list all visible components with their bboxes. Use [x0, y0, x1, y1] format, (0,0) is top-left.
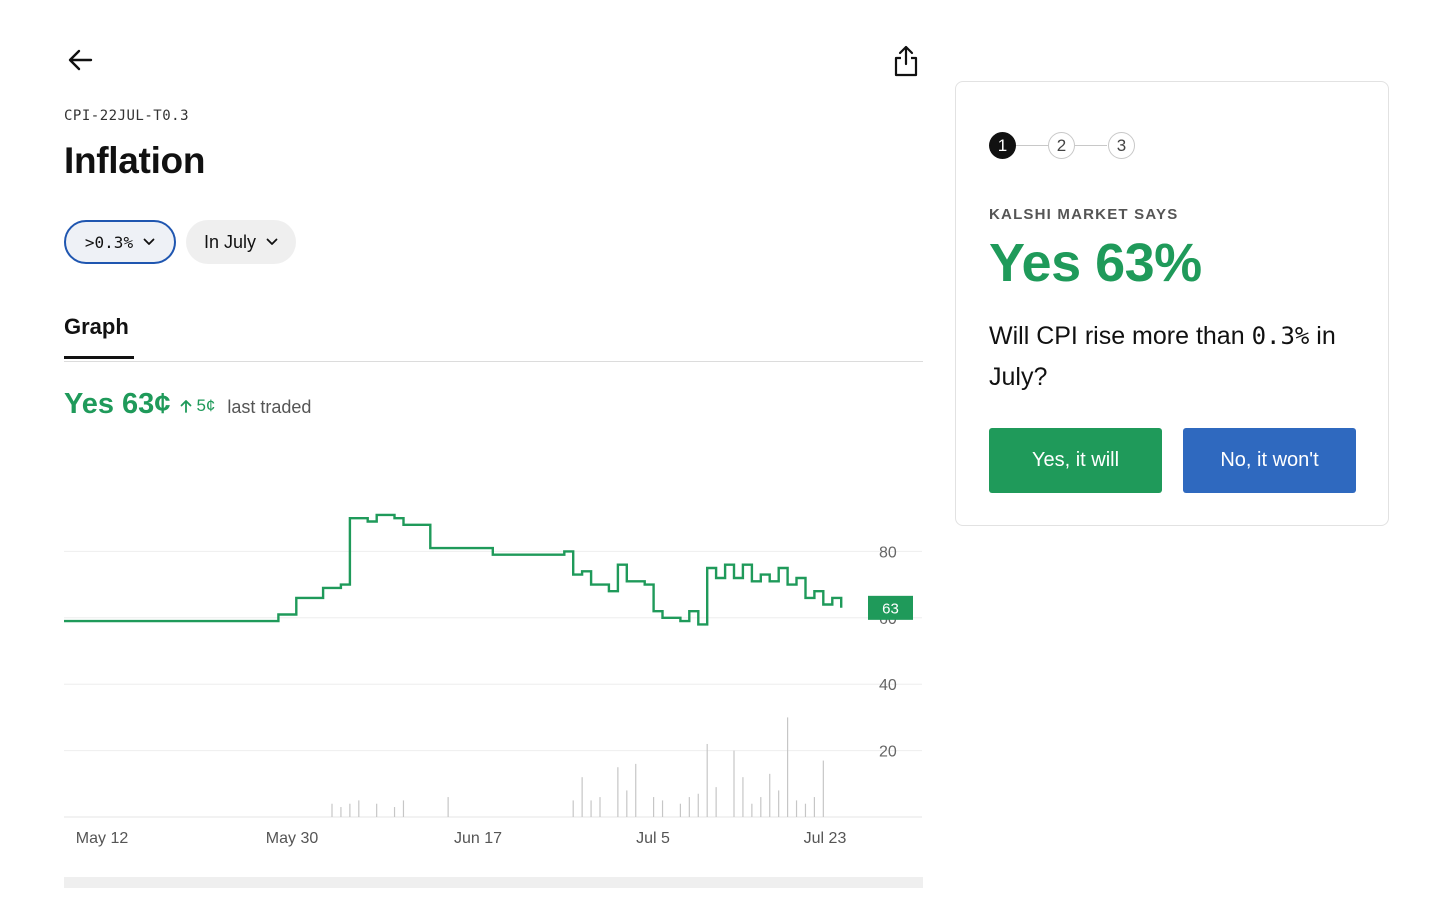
market-ticker: CPI-22JUL-T0.3	[64, 108, 190, 124]
chevron-down-icon	[266, 238, 278, 245]
price-change: 5¢	[180, 396, 215, 416]
x-tick-label: Jul 23	[804, 830, 847, 847]
price-value: Yes 63¢	[64, 388, 171, 420]
last-value-label: 63	[882, 600, 899, 617]
period-dropdown-label: In July	[203, 231, 257, 252]
price-chart[interactable]: 2040608063May 12May 30Jun 17Jul 5Jul 23	[64, 480, 934, 860]
chevron-down-icon	[143, 238, 155, 245]
x-tick-label: Jun 17	[454, 830, 502, 847]
step-1-indicator: 1	[989, 132, 1016, 159]
strike-dropdown-label: >0.3%	[84, 232, 134, 252]
question-threshold: 0.3%	[1251, 322, 1310, 350]
market-question: Will CPI rise more than 0.3% in July?	[989, 316, 1359, 398]
step-3-indicator: 3	[1108, 132, 1135, 159]
share-icon	[894, 45, 918, 77]
market-says-label: KALSHI MARKET SAYS	[989, 206, 1179, 223]
arrow-up-icon	[181, 400, 192, 413]
period-dropdown[interactable]: In July	[186, 220, 296, 264]
price-line	[64, 513, 843, 626]
tab-divider	[64, 361, 923, 362]
x-tick-label: May 30	[266, 830, 319, 847]
step-connector	[1075, 145, 1107, 146]
y-tick-label: 20	[879, 744, 897, 761]
chart-scrollbar[interactable]	[64, 877, 923, 888]
yes-button[interactable]: Yes, it will	[989, 428, 1162, 493]
page-title: Inflation	[64, 140, 206, 181]
x-tick-label: Jul 5	[636, 830, 670, 847]
price-caption: last traded	[227, 397, 312, 417]
market-probability: Yes 63%	[989, 233, 1202, 293]
question-text: Will CPI rise more than	[989, 322, 1252, 350]
x-tick-label: May 12	[76, 830, 129, 847]
y-tick-label: 40	[879, 677, 897, 694]
last-traded-price: Yes 63¢ 5¢ last traded	[64, 388, 311, 421]
strike-dropdown[interactable]: >0.3%	[64, 220, 176, 264]
step-connector	[1016, 145, 1048, 146]
arrow-left-icon	[68, 49, 93, 71]
no-button[interactable]: No, it won't	[1183, 428, 1356, 493]
tab-graph[interactable]: Graph	[64, 314, 134, 359]
price-change-value: 5¢	[196, 396, 216, 415]
share-button[interactable]	[890, 44, 922, 78]
back-button[interactable]	[64, 44, 96, 76]
y-tick-label: 80	[879, 544, 897, 561]
step-2-indicator: 2	[1048, 132, 1075, 159]
